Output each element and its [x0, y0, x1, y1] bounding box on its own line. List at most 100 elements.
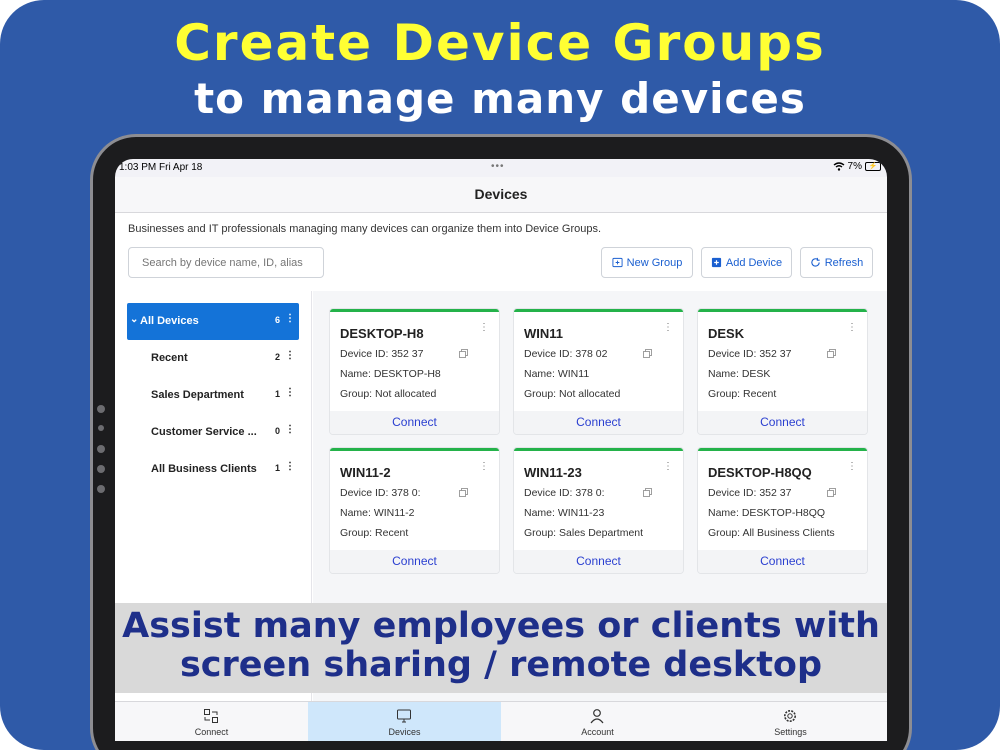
side-button	[97, 465, 105, 473]
status-time: 1:03 PM Fri Apr 18	[119, 162, 203, 173]
device-group: Group: Not allocated	[524, 388, 621, 400]
device-group: Group: Not allocated	[340, 388, 437, 400]
tab-label: Devices	[388, 727, 421, 737]
battery-status: 7% ⚡	[833, 161, 881, 172]
device-alias: Name: WIN11-2	[340, 507, 415, 519]
add-device-button[interactable]: Add Device	[701, 247, 792, 278]
side-button	[97, 405, 105, 413]
connect-icon	[204, 709, 218, 723]
device-card[interactable]: DESKTOP-H8 ⋮ Device ID: 352 37 Name: DES…	[330, 309, 499, 434]
group-count: 0	[275, 426, 281, 436]
group-label: All Devices	[140, 315, 199, 327]
more-icon[interactable]: ⋮	[285, 461, 295, 472]
search-input[interactable]	[128, 247, 324, 278]
tab-label: Connect	[194, 727, 229, 737]
device-name: DESK	[708, 326, 745, 341]
tab-settings[interactable]: Settings	[694, 702, 887, 741]
add-square-icon	[711, 257, 721, 268]
overlay-line-1: Assist many employees or clients with	[122, 606, 880, 646]
device-group: Group: All Business Clients	[708, 527, 835, 539]
device-alias: Name: DESKTOP-H8	[340, 368, 441, 380]
promo-subline: to manage many devices	[194, 74, 806, 123]
connect-button[interactable]: Connect	[330, 550, 499, 573]
new-group-label: New Group	[626, 256, 683, 269]
more-icon[interactable]: ⋮	[285, 350, 295, 361]
device-alias: Name: DESK	[708, 368, 771, 380]
description-text: Businesses and IT professionals managing…	[128, 223, 602, 235]
group-item-customer-service[interactable]: Customer Service ... 0 ⋮	[127, 414, 299, 451]
more-icon[interactable]: ⋮	[285, 387, 295, 398]
person-icon	[590, 709, 604, 724]
device-name: WIN11	[524, 326, 564, 341]
more-icon[interactable]: ⋮	[663, 322, 673, 333]
more-icon[interactable]: ⋮	[285, 424, 295, 435]
device-card[interactable]: DESKTOP-H8QQ ⋮ Device ID: 352 37 Name: D…	[698, 448, 867, 573]
group-item-recent[interactable]: Recent 2 ⋮	[127, 340, 299, 377]
side-button	[98, 425, 104, 431]
device-id: Device ID: 378 0:	[524, 487, 605, 499]
device-alias: Name: WIN11-23	[524, 507, 605, 519]
tab-bar: Connect Devices Account Settings	[115, 701, 887, 741]
connect-button[interactable]: Connect	[514, 411, 683, 434]
add-device-label: Add Device	[725, 256, 783, 269]
device-group: Group: Sales Department	[524, 527, 644, 539]
refresh-button[interactable]: Refresh	[800, 247, 873, 278]
device-card[interactable]: WIN11 ⋮ Device ID: 378 02 Name: WIN11 Gr…	[514, 309, 683, 434]
chevron-down-icon: ⌄	[130, 314, 139, 325]
battery-icon: ⚡	[865, 162, 881, 171]
more-icon[interactable]: ⋮	[847, 322, 857, 333]
overlay-line-2: screen sharing / remote desktop	[179, 645, 823, 685]
group-item-all-devices[interactable]: ⌄ All Devices 6 ⋮	[127, 303, 299, 340]
group-count: 1	[275, 463, 281, 473]
new-group-button[interactable]: New Group	[601, 247, 693, 278]
tab-account[interactable]: Account	[501, 702, 694, 741]
device-id: Device ID: 378 02	[524, 348, 608, 360]
refresh-icon	[811, 257, 820, 267]
copy-icon[interactable]	[643, 488, 652, 497]
multitask-dots[interactable]: •••	[491, 161, 505, 172]
connect-button[interactable]: Connect	[514, 550, 683, 573]
device-id: Device ID: 352 37	[708, 487, 792, 499]
group-label: Sales Department	[151, 389, 244, 401]
more-icon[interactable]: ⋮	[479, 322, 489, 333]
device-name: WIN11-23	[524, 465, 582, 480]
monitor-icon	[397, 709, 411, 723]
copy-icon[interactable]	[459, 349, 468, 358]
tab-connect[interactable]: Connect	[115, 702, 308, 741]
refresh-label: Refresh	[824, 256, 864, 269]
group-item-sales-department[interactable]: Sales Department 1 ⋮	[127, 377, 299, 414]
device-card[interactable]: WIN11-23 ⋮ Device ID: 378 0: Name: WIN11…	[514, 448, 683, 573]
more-icon[interactable]: ⋮	[847, 461, 857, 472]
device-id: Device ID: 378 0:	[340, 487, 421, 499]
promo-overlay-banner: Assist many employees or clients with sc…	[115, 603, 887, 693]
device-alias: Name: WIN11	[524, 368, 590, 380]
group-label: Recent	[151, 352, 188, 364]
device-card[interactable]: WIN11-2 ⋮ Device ID: 378 0: Name: WIN11-…	[330, 448, 499, 573]
group-item-all-business-clients[interactable]: All Business Clients 1 ⋮	[127, 451, 299, 488]
more-icon[interactable]: ⋮	[479, 461, 489, 472]
device-name: WIN11-2	[340, 465, 391, 480]
tab-label: Account	[581, 727, 614, 737]
copy-icon[interactable]	[459, 488, 468, 497]
connect-button[interactable]: Connect	[698, 411, 867, 434]
more-icon[interactable]: ⋮	[285, 313, 295, 324]
device-alias: Name: DESKTOP-H8QQ	[708, 507, 826, 519]
more-icon[interactable]: ⋮	[663, 461, 673, 472]
new-folder-icon	[612, 257, 623, 268]
connect-button[interactable]: Connect	[330, 411, 499, 434]
tab-devices[interactable]: Devices	[308, 702, 501, 741]
device-card[interactable]: DESK ⋮ Device ID: 352 37 Name: DESK Grou…	[698, 309, 867, 434]
wifi-icon	[833, 162, 844, 171]
connect-button[interactable]: Connect	[698, 550, 867, 573]
copy-icon[interactable]	[643, 349, 652, 358]
side-button	[97, 485, 105, 493]
group-count: 2	[275, 352, 281, 362]
copy-icon[interactable]	[827, 349, 836, 358]
promo-headline: Create Device Groups	[174, 14, 826, 72]
copy-icon[interactable]	[827, 488, 836, 497]
device-id: Device ID: 352 37	[708, 348, 792, 360]
status-bar: 1:03 PM Fri Apr 18 ••• 7% ⚡	[115, 159, 887, 177]
group-count: 1	[275, 389, 281, 399]
page-title: Devices	[115, 177, 887, 213]
group-count: 6	[275, 315, 281, 325]
